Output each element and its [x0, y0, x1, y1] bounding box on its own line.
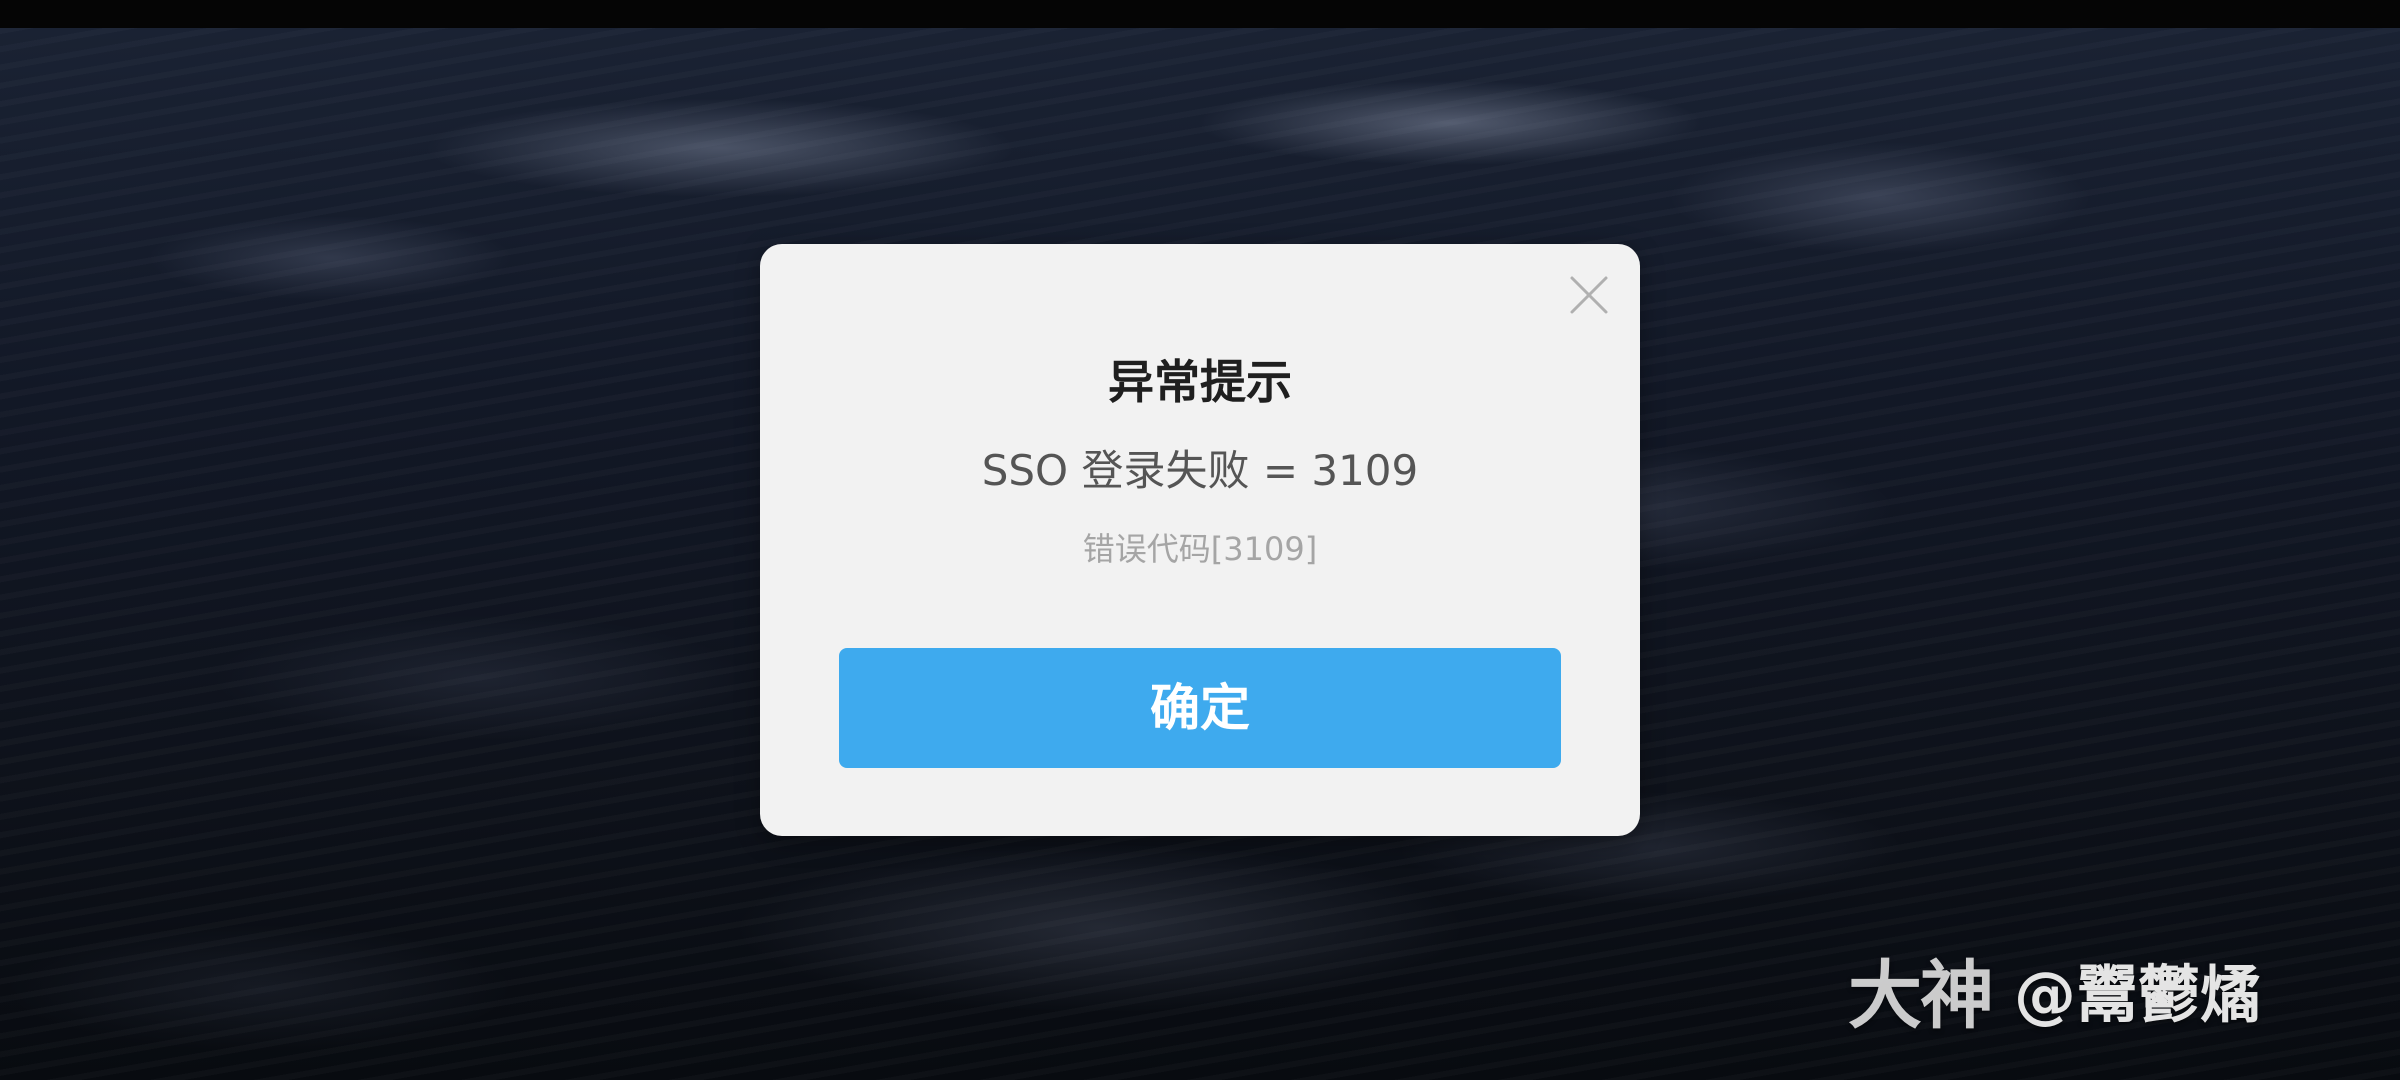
dialog-title: 异常提示 [1108, 355, 1292, 409]
top-strip [0, 0, 2400, 28]
error-dialog: 异常提示 SSO 登录失败 = 3109 错误代码[3109] 确定 [760, 244, 1640, 836]
error-code-text: 错误代码[3109] [1082, 530, 1318, 568]
watermark-logo: 大神 [1848, 952, 1994, 1039]
watermark-user-handle: @鬻鬱燏 [2014, 958, 2263, 1031]
confirm-button[interactable]: 确定 [839, 648, 1561, 768]
screen: 异常提示 SSO 登录失败 = 3109 错误代码[3109] 确定 大神 @鬻… [0, 0, 2400, 1080]
close-icon[interactable] [1568, 274, 1610, 316]
watermark: 大神 @鬻鬱燏 [1848, 944, 2263, 1039]
dialog-message: SSO 登录失败 = 3109 [981, 446, 1419, 495]
